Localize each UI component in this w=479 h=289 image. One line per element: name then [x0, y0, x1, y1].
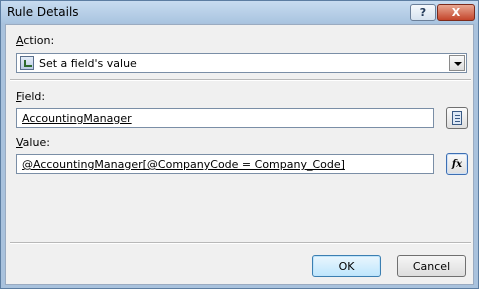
field-input[interactable]: AccountingManager — [16, 108, 434, 128]
divider — [10, 79, 471, 81]
value-input[interactable]: @AccountingManager[@CompanyCode = Compan… — [16, 154, 434, 174]
fx-icon: fx — [451, 158, 463, 170]
ok-button-label: OK — [338, 259, 355, 273]
help-icon: ? — [419, 6, 427, 19]
cancel-button[interactable]: Cancel — [397, 255, 466, 277]
chevron-down-icon[interactable] — [449, 55, 465, 71]
dialog-body: Action: Set a field's value Field: Accou… — [5, 24, 474, 285]
action-dropdown[interactable]: Set a field's value — [16, 53, 467, 73]
close-button[interactable]: X — [437, 4, 475, 21]
rule-details-dialog: Rule Details ? X Action: Set a field's v… — [0, 0, 479, 289]
value-formula-text: @AccountingManager[@CompanyCode = Compan… — [22, 158, 345, 171]
divider — [10, 242, 471, 244]
action-label: Action: — [16, 34, 55, 47]
action-selected-value: Set a field's value — [39, 57, 137, 70]
rule-action-icon — [20, 56, 34, 70]
field-tree-icon — [452, 111, 462, 125]
cancel-button-label: Cancel — [412, 259, 451, 273]
dialog-title: Rule Details — [7, 5, 79, 19]
close-icon: X — [451, 6, 461, 19]
field-label: Field: — [16, 90, 46, 103]
field-value: AccountingManager — [22, 112, 132, 125]
value-label: Value: — [16, 136, 50, 149]
insert-formula-button[interactable]: fx — [446, 153, 468, 175]
ok-button[interactable]: OK — [312, 255, 381, 277]
title-bar[interactable]: Rule Details ? X — [1, 1, 478, 23]
select-field-button[interactable] — [446, 107, 468, 129]
help-button[interactable]: ? — [410, 4, 436, 21]
